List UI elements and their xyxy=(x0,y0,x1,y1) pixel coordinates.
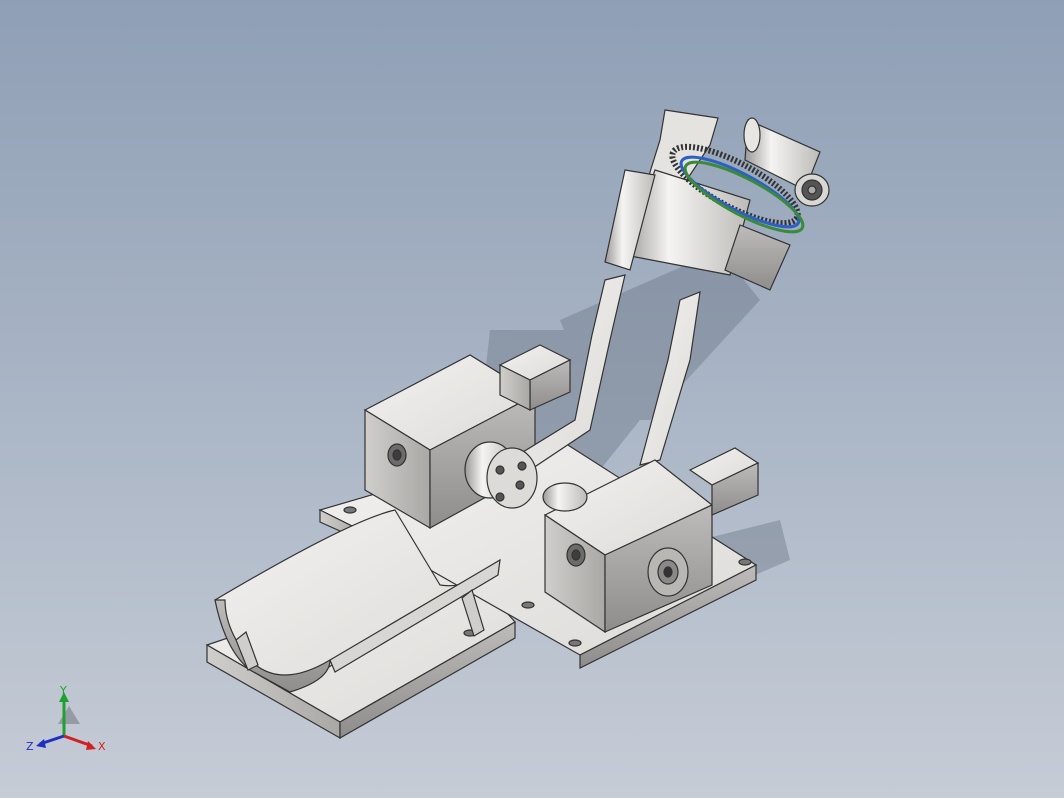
assembly-model[interactable] xyxy=(0,0,1064,798)
y-axis-label: Y xyxy=(59,684,67,697)
z-arrow-icon xyxy=(36,739,46,748)
z-axis-label: Z xyxy=(26,740,34,753)
graphics-viewport[interactable]: Y X Z xyxy=(0,0,1064,798)
triad-plane xyxy=(58,706,80,724)
x-axis-label: X xyxy=(98,740,106,753)
x-arrow-icon xyxy=(86,741,96,750)
view-orientation-triad[interactable]: Y X Z xyxy=(24,684,114,764)
